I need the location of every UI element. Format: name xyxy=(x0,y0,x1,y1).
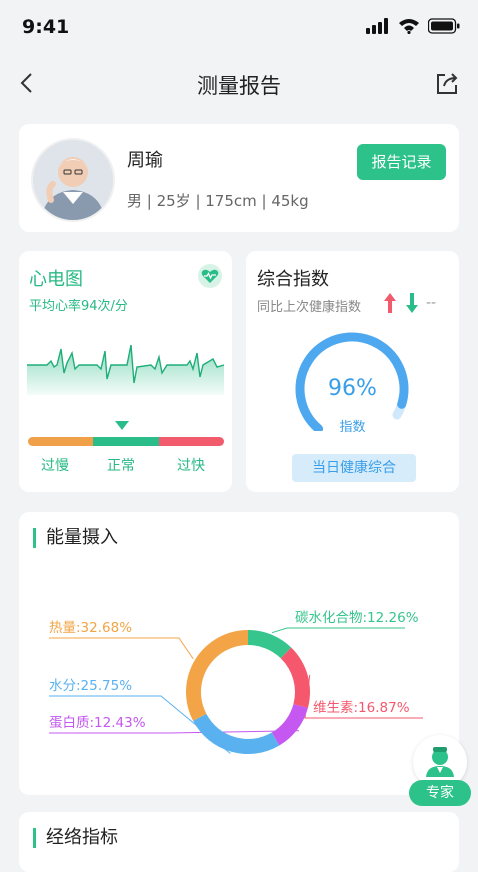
expert-label: 专家 xyxy=(409,780,471,806)
rate-scale-bar xyxy=(28,437,224,446)
donut-label-0: 碳水化合物:12.26% xyxy=(295,610,419,626)
donut-slice-1 xyxy=(280,647,310,708)
expert-fab[interactable]: 专家 xyxy=(409,735,471,811)
wifi-icon xyxy=(399,19,419,34)
rate-segment-normal xyxy=(93,437,159,446)
arrow-up-icon xyxy=(384,293,396,313)
trend-arrows: -- xyxy=(384,293,436,313)
energy-card: 能量摄入 碳水化合物:12.26% 维生素:16.87% 蛋白质:12.43% 水分:… xyxy=(19,512,459,795)
trend-value: -- xyxy=(426,295,436,311)
donut-leader-line-0 xyxy=(271,627,405,634)
donut-slice-2 xyxy=(271,704,308,746)
profile-info: 男 | 25岁 | 175cm | 45kg xyxy=(127,192,309,210)
ecg-card[interactable]: 心电图 平均心率94次/分 过慢 正常 过快 xyxy=(19,251,232,492)
meridian-section-title: 经络指标 xyxy=(33,828,118,848)
avatar xyxy=(31,138,115,222)
score-percent: 96% xyxy=(328,376,377,401)
rate-segment-fast xyxy=(158,437,224,446)
score-card[interactable]: 综合指数 同比上次健康指数 -- 96% 指数 当日健康综合 xyxy=(246,251,459,492)
meridian-card: 经络指标 xyxy=(19,812,459,872)
donut-leader-line-4 xyxy=(49,637,194,660)
score-title: 综合指数 xyxy=(257,269,329,290)
status-time: 9:41 xyxy=(22,16,70,38)
rate-label-slow: 过慢 xyxy=(41,458,69,474)
ecg-average-rate: 平均心率94次/分 xyxy=(29,299,128,314)
status-icons xyxy=(366,18,460,34)
rate-label-normal: 正常 xyxy=(107,458,135,474)
report-record-button[interactable]: 报告记录 xyxy=(357,144,446,180)
rate-segment-slow xyxy=(28,437,94,446)
donut-slice-0 xyxy=(248,630,292,659)
page-title: 测量报告 xyxy=(197,74,281,98)
signal-icon xyxy=(366,18,388,34)
profile-name: 周瑜 xyxy=(127,150,163,171)
ecg-waveform xyxy=(27,344,224,395)
share-icon[interactable] xyxy=(434,70,460,96)
daily-health-button[interactable]: 当日健康综合 xyxy=(292,454,416,482)
rate-label-fast: 过快 xyxy=(177,458,205,474)
energy-donut-chart: 碳水化合物:12.26% 维生素:16.87% 蛋白质:12.43% 水分:25.75… xyxy=(49,610,423,754)
donut-label-4: 热量:32.68% xyxy=(49,620,132,636)
rate-pointer-icon xyxy=(115,421,129,430)
ecg-title: 心电图 xyxy=(29,269,83,290)
arrow-down-icon xyxy=(406,293,418,313)
donut-label-3: 水分:25.75% xyxy=(49,678,132,694)
profile-card: 周瑜 男 | 25岁 | 175cm | 45kg 报告记录 xyxy=(19,124,459,232)
donut-label-2: 蛋白质:12.43% xyxy=(49,715,146,731)
score-unit: 指数 xyxy=(339,420,366,435)
donut-slice-4 xyxy=(186,630,248,721)
donut-leader-line-2 xyxy=(49,730,299,734)
score-compare-label: 同比上次健康指数 xyxy=(257,300,362,315)
donut-label-1: 维生素:16.87% xyxy=(313,700,410,716)
status-bar: 9:41 xyxy=(0,0,478,56)
heartbeat-icon xyxy=(198,264,222,288)
nav-bar: 测量报告 xyxy=(0,56,478,112)
battery-icon xyxy=(428,18,460,34)
